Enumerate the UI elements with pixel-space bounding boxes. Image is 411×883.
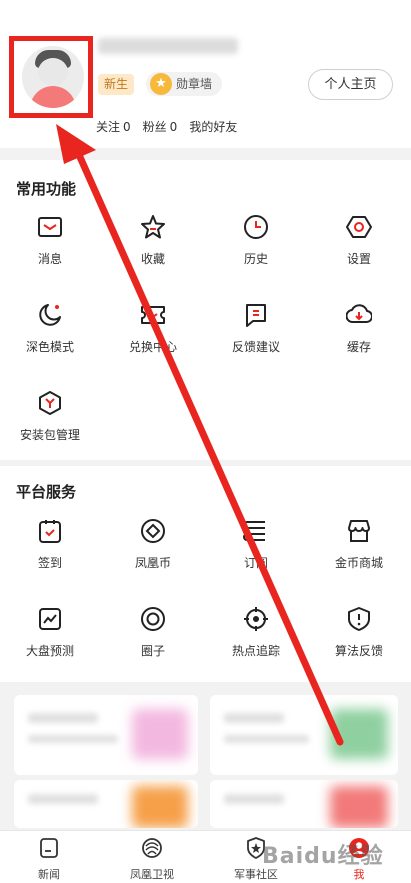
settings-icon [346, 214, 372, 240]
fans-stat[interactable]: 粉丝 0 [143, 118, 178, 135]
medal-wall-label: 勋章墙 [176, 77, 213, 91]
tab-news[interactable]: 新闻 [9, 837, 89, 882]
menu-item-feedback[interactable]: 反馈建议 [206, 302, 306, 355]
ticket-icon [140, 302, 166, 328]
menu-item-favorites[interactable]: 收藏 [103, 214, 203, 267]
shield-alert-icon [346, 606, 372, 632]
clock-icon [243, 214, 269, 240]
service-item-checkin[interactable]: 签到 [0, 518, 100, 571]
menu-label: 收藏 [140, 252, 165, 266]
tab-phoenix-tv[interactable]: 凤凰卫视 [112, 837, 192, 882]
chart-icon [37, 606, 63, 632]
recommend-card[interactable] [210, 780, 398, 828]
service-label: 热点追踪 [231, 644, 280, 658]
service-item-coin-mall[interactable]: 金币商城 [309, 518, 409, 571]
avatar-highlight-box [9, 36, 93, 118]
service-label: 金币商城 [334, 556, 383, 570]
tab-label: 新闻 [38, 868, 60, 881]
moon-icon [37, 302, 63, 328]
recommend-card[interactable] [14, 695, 198, 775]
cloud-download-icon [345, 302, 373, 328]
service-label: 大盘预测 [25, 644, 74, 658]
medal-icon: ★ [150, 73, 172, 95]
menu-item-history[interactable]: 历史 [206, 214, 306, 267]
menu-label: 历史 [243, 252, 268, 266]
service-item-subscribe[interactable]: 订阅 [206, 518, 306, 571]
service-item-circles[interactable]: 圈子 [103, 606, 203, 659]
circle-icon [140, 606, 166, 632]
profile-stats: 关注 0 粉丝 0 我的好友 [96, 118, 237, 135]
service-item-algorithm-feedback[interactable]: 算法反馈 [309, 606, 409, 659]
service-item-market-forecast[interactable]: 大盘预测 [0, 606, 100, 659]
service-label: 签到 [37, 556, 62, 570]
subscribe-icon [243, 518, 269, 544]
service-item-phoenix-coin[interactable]: 凤凰币 [103, 518, 203, 571]
shop-icon [346, 518, 372, 544]
menu-item-settings[interactable]: 设置 [309, 214, 409, 267]
recommend-card[interactable] [14, 780, 198, 828]
section-title-common: 常用功能 [16, 180, 77, 198]
service-label: 算法反馈 [334, 644, 383, 658]
menu-item-package-manager[interactable]: 安装包管理 [0, 390, 100, 443]
service-label: 订阅 [243, 556, 268, 570]
menu-item-message[interactable]: 消息 [0, 214, 100, 267]
service-label: 凤凰币 [134, 556, 171, 570]
friends-link[interactable]: 我的好友 [189, 118, 237, 135]
watermark: Baidu经验 [262, 844, 384, 869]
common-functions-section: 常用功能 消息 收藏 历史 设置 深色模式 兑换中心 反馈建议 缓存 安装包管理 [0, 160, 411, 460]
menu-label: 兑换中心 [128, 340, 177, 354]
star-icon [140, 214, 166, 240]
menu-label: 设置 [346, 252, 371, 266]
menu-label: 深色模式 [25, 340, 74, 354]
menu-label: 安装包管理 [19, 428, 80, 442]
platform-services-section: 平台服务 签到 凤凰币 订阅 金币商城 大盘预测 圈子 热点追踪 算法反馈 [0, 466, 411, 682]
feedback-icon [243, 302, 269, 328]
username-blurred [98, 38, 238, 54]
tab-label: 凤凰卫视 [130, 868, 174, 881]
follow-stat[interactable]: 关注 0 [96, 118, 131, 135]
target-icon [243, 606, 269, 632]
menu-label: 消息 [37, 252, 62, 266]
phoenix-tab-icon [112, 837, 192, 863]
news-tab-icon [9, 837, 89, 863]
message-icon [37, 214, 63, 240]
checkin-icon [37, 518, 63, 544]
menu-item-dark-mode[interactable]: 深色模式 [0, 302, 100, 355]
recommend-card[interactable] [210, 695, 398, 775]
menu-label: 反馈建议 [231, 340, 280, 354]
profile-home-button[interactable]: 个人主页 [308, 69, 393, 100]
section-title-platform: 平台服务 [16, 483, 77, 501]
badge-new: 新生 [98, 74, 135, 95]
medal-wall-button[interactable]: ★ 勋章墙 [146, 72, 223, 96]
menu-item-cache[interactable]: 缓存 [309, 302, 409, 355]
coin-icon [140, 518, 166, 544]
menu-label: 缓存 [346, 340, 371, 354]
package-icon [37, 390, 63, 416]
service-label: 圈子 [140, 644, 165, 658]
service-item-hot-tracking[interactable]: 热点追踪 [206, 606, 306, 659]
menu-item-exchange-center[interactable]: 兑换中心 [103, 302, 203, 355]
